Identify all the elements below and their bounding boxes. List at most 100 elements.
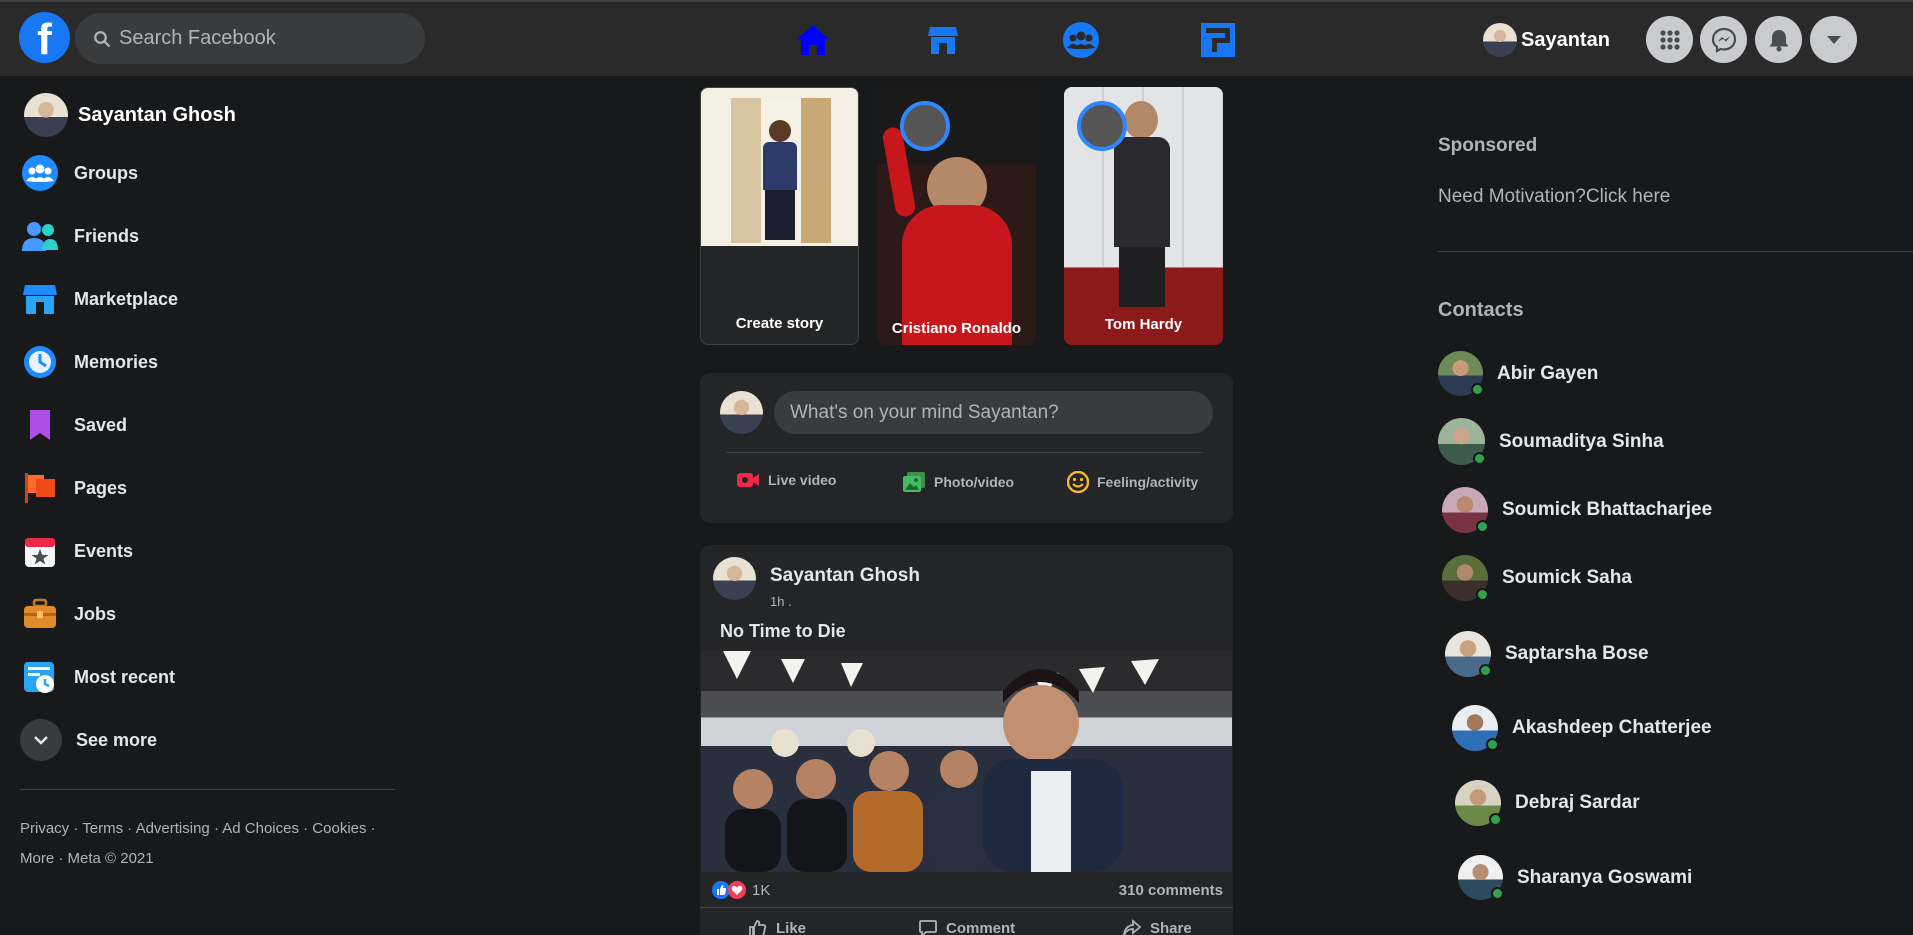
footer-links[interactable]: Privacy · Terms · Advertising · Ad Choic…: [20, 814, 400, 844]
contact-name: Soumick Bhattacharjee: [1502, 499, 1713, 520]
profile-name: Sayantan: [1521, 28, 1610, 51]
sponsored-ad-link[interactable]: Need Motivation?Click here: [1438, 186, 1670, 208]
sidebar-item-events[interactable]: Events: [20, 525, 133, 577]
action-label: Live video: [768, 472, 837, 488]
avatar: [720, 391, 763, 434]
avatar: [1077, 101, 1127, 151]
sponsored-heading: Sponsored: [1438, 135, 1538, 156]
post-text: No Time to Die: [720, 621, 846, 641]
avatar: [1455, 780, 1502, 826]
memories-icon: [20, 342, 60, 382]
live-video-icon: [737, 473, 759, 487]
sidebar-item-label: Events: [74, 540, 134, 561]
search-bar[interactable]: [75, 13, 425, 64]
action-label: Share: [1150, 919, 1192, 935]
love-reaction-icon: [728, 881, 746, 899]
post-author[interactable]: Sayantan Ghosh: [770, 565, 920, 587]
sidebar-item-most-recent[interactable]: Most recent: [20, 651, 175, 703]
avatar: [1442, 487, 1489, 533]
contact-item[interactable]: Sharanya Goswami: [1458, 855, 1692, 900]
home-icon[interactable]: [795, 22, 831, 58]
contact-item[interactable]: Abir Gayen: [1438, 351, 1598, 396]
feeling-activity-icon: [1067, 471, 1089, 493]
jobs-icon: [20, 594, 60, 634]
search-input[interactable]: [119, 27, 409, 50]
status-input[interactable]: [774, 391, 1213, 434]
events-icon: [20, 531, 60, 571]
menu-grid-button[interactable]: [1646, 16, 1693, 63]
sidebar-item-label: Saved: [74, 414, 128, 435]
contact-item[interactable]: Akashdeep Chatterjee: [1452, 705, 1712, 751]
contact-item[interactable]: Soumick Saha: [1442, 555, 1632, 601]
contact-name: Abir Gayen: [1497, 362, 1599, 384]
comment-button[interactable]: Comment: [918, 918, 1015, 935]
contact-item[interactable]: Soumick Bhattacharjee: [1442, 487, 1712, 533]
saved-icon: [20, 405, 60, 445]
contact-name: Sharanya Goswami: [1517, 866, 1693, 888]
notifications-button[interactable]: [1755, 16, 1802, 63]
menu-grid-icon: [1659, 29, 1680, 50]
live-video-button[interactable]: Live video: [736, 471, 836, 489]
sidebar-item-label: Most recent: [74, 666, 176, 687]
comment-count[interactable]: 310 comments: [1119, 882, 1223, 899]
story-create[interactable]: Create story: [700, 87, 859, 345]
sidebar-item-pages[interactable]: Pages: [20, 462, 127, 514]
facebook-logo[interactable]: f: [19, 12, 70, 63]
feeling-activity-button[interactable]: Feeling/activity: [1067, 471, 1198, 493]
like-button[interactable]: Like: [748, 918, 806, 935]
online-status-dot: [1479, 664, 1492, 677]
marketplace-icon: [20, 279, 60, 319]
sidebar-item-saved[interactable]: Saved: [20, 399, 127, 451]
sidebar-item-marketplace[interactable]: Marketplace: [20, 273, 178, 325]
contact-name: Soumick Saha: [1502, 567, 1632, 588]
sidebar-item-friends[interactable]: Friends: [20, 210, 139, 262]
gaming-icon[interactable]: [1200, 22, 1236, 58]
marketplace-icon[interactable]: [925, 22, 961, 58]
top-profile-link[interactable]: Sayantan: [1483, 23, 1610, 57]
contact-name: Soumaditya Sinha: [1499, 430, 1664, 452]
sidebar-item-label: Memories: [74, 351, 159, 372]
action-label: Like: [776, 919, 807, 935]
share-icon: [1123, 919, 1142, 935]
footer-copyright[interactable]: More · Meta © 2021: [20, 844, 400, 874]
sidebar-item-see-more[interactable]: See more: [20, 714, 157, 766]
account-dropdown-button[interactable]: [1810, 16, 1857, 63]
sidebar-item-label: See more: [76, 729, 158, 750]
contact-item[interactable]: Soumaditya Sinha: [1438, 418, 1664, 465]
pages-icon: [20, 468, 60, 508]
sidebar-item-label: Marketplace: [74, 288, 179, 309]
story-label: Cristiano Ronaldo: [891, 320, 1022, 337]
online-status-dot: [1476, 588, 1489, 601]
story-tom-hardy[interactable]: Tom Hardy: [1064, 87, 1223, 345]
online-status-dot: [1486, 738, 1499, 751]
feed-post: Sayantan Ghosh 1h . No Time to Die 1K 31…: [700, 545, 1233, 935]
photo-video-button[interactable]: Photo/video: [902, 471, 1014, 493]
sidebar-item-jobs[interactable]: Jobs: [20, 588, 116, 640]
share-button[interactable]: Share: [1122, 918, 1192, 935]
post-timestamp[interactable]: 1h .: [770, 594, 792, 609]
sidebar-footer: Privacy · Terms · Advertising · Ad Choic…: [20, 814, 400, 874]
story-label: Tom Hardy: [1104, 316, 1183, 333]
story-cristiano-ronaldo[interactable]: Cristiano Ronaldo: [877, 87, 1036, 345]
reaction-summary[interactable]: 1K: [712, 881, 770, 899]
avatar: [1452, 705, 1499, 751]
sidebar-profile[interactable]: Sayantan Ghosh: [24, 89, 236, 141]
online-status-dot: [1473, 452, 1486, 465]
sidebar-item-memories[interactable]: Memories: [20, 336, 158, 388]
groups-icon[interactable]: [1063, 22, 1099, 58]
groups-icon: [20, 153, 60, 193]
action-label: Feeling/activity: [1097, 474, 1199, 490]
avatar: [24, 93, 68, 137]
most-recent-icon: [20, 657, 60, 697]
post-photo[interactable]: [701, 651, 1232, 872]
sidebar-item-label: Friends: [74, 225, 140, 246]
contact-item[interactable]: Saptarsha Bose: [1445, 631, 1649, 677]
composer-divider: [726, 452, 1203, 453]
contact-item[interactable]: Debraj Sardar: [1455, 780, 1640, 826]
avatar[interactable]: [713, 557, 756, 600]
sidebar-item-groups[interactable]: Groups: [20, 147, 138, 199]
chevron-down-icon: [20, 719, 62, 761]
notifications-bell-icon: [1769, 29, 1788, 51]
messenger-button[interactable]: [1700, 16, 1747, 63]
avatar: [1445, 631, 1492, 677]
